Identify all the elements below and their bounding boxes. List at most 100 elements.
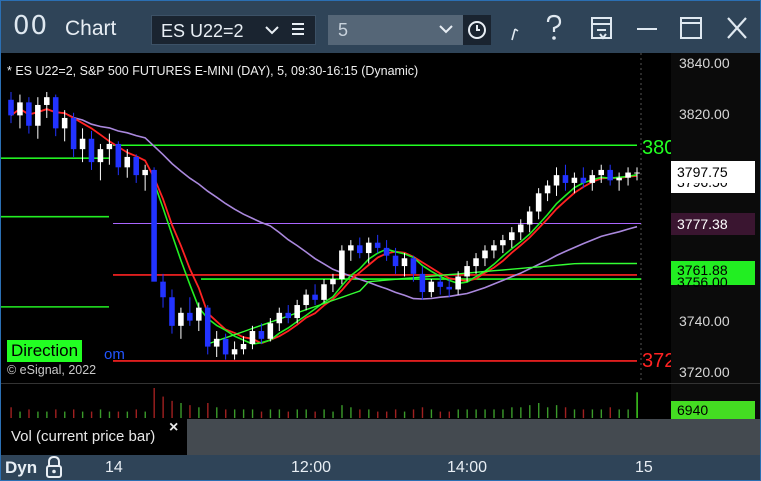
candle-body (464, 266, 470, 277)
candle-body (580, 177, 587, 183)
candle-body (446, 286, 452, 290)
candle-body (124, 156, 131, 168)
candle-body (589, 175, 596, 183)
direction-suffix: om (104, 346, 125, 363)
candle-body (26, 102, 32, 126)
template-icon[interactable] (589, 15, 615, 47)
list-icon[interactable] (290, 18, 306, 45)
clock-icon[interactable] (463, 15, 491, 45)
volume-chart[interactable] (1, 384, 671, 420)
candle-body (562, 175, 569, 183)
volume-bar (64, 411, 66, 418)
volume-bar (28, 409, 30, 418)
volume-bar (153, 388, 155, 418)
minimize-icon[interactable] (635, 15, 659, 47)
interval-value[interactable]: 5 (338, 20, 348, 41)
volume-bar (511, 407, 513, 418)
candle-body (240, 344, 247, 350)
candle-body (321, 284, 327, 300)
volume-bar (636, 392, 638, 418)
dynamic-label[interactable]: Dyn (5, 458, 37, 478)
interval-selector[interactable]: 5 (328, 15, 463, 45)
time-tick: 12:00 (291, 459, 332, 476)
volume-bar (439, 411, 442, 418)
close-icon[interactable]: × (169, 419, 178, 437)
candle-body (625, 172, 631, 178)
candle-body (151, 169, 157, 282)
candle-body (437, 281, 444, 287)
volume-bar (573, 409, 576, 418)
candle-body (500, 240, 506, 246)
candle-body (204, 307, 211, 347)
time-tick: 14 (105, 459, 123, 476)
candle-body (160, 281, 166, 298)
volume-bar (341, 405, 343, 418)
price-tick: 3840.00 (679, 55, 730, 71)
candle-body (374, 242, 381, 248)
candle-body (294, 305, 300, 319)
candle-body (419, 273, 426, 293)
title-bar: 00 Chart ES U22=2 5 (1, 1, 760, 53)
volume-bar (484, 409, 486, 418)
volume-bar (278, 409, 281, 418)
window-title: Chart (65, 17, 117, 40)
candle-body (61, 117, 68, 129)
volume-bar (171, 400, 173, 418)
volume-bar (46, 411, 48, 418)
volume-bar (350, 407, 352, 418)
volume-bar (251, 409, 254, 418)
volume-bar (412, 409, 415, 418)
volume-bar (493, 409, 495, 418)
candle-body (365, 242, 372, 254)
volume-bar (359, 409, 361, 418)
volume-bar (538, 403, 540, 418)
symbol-value[interactable]: ES U22=2 (161, 21, 244, 42)
volume-bar (287, 411, 290, 418)
volume-flag: 6940 (671, 401, 755, 419)
symbol-selector[interactable]: ES U22=2 (151, 15, 316, 45)
app-icon[interactable]: 00 (13, 11, 48, 41)
time-axis[interactable]: Dyn 14 12:00 14:00 15 (1, 455, 760, 480)
volume-bar (475, 409, 477, 418)
volume-bar (520, 407, 522, 418)
candle-body (526, 211, 533, 225)
volume-bar (466, 409, 468, 418)
price-chart[interactable] (1, 53, 671, 383)
volume-bar (600, 409, 603, 418)
candle-body (142, 169, 148, 176)
study-label: Vol (current price bar) (11, 428, 156, 445)
candle-body (491, 245, 497, 251)
level-2-flag: 3761.88 3756.00 (671, 261, 755, 289)
candle-body (17, 102, 23, 116)
ma-red-line (10, 107, 638, 345)
volume-bar (564, 407, 567, 418)
candle-body (571, 177, 578, 183)
volume-bar (55, 409, 57, 418)
volume-bar (269, 409, 272, 418)
volume-bar (457, 409, 459, 418)
volume-bar (377, 411, 379, 418)
price-axis[interactable]: 3840.00 3820.00 3740.00 3720.00 3796.50 … (671, 53, 760, 383)
last-price-flag: 3797.75 (671, 161, 755, 183)
help-icon[interactable] (543, 13, 565, 47)
volume-bar (546, 407, 549, 418)
maximize-icon[interactable] (679, 15, 703, 45)
volume-bar (591, 409, 594, 418)
study-strip: Vol (current price bar) × (1, 419, 760, 455)
lock-icon[interactable] (43, 455, 65, 481)
chevron-down-icon[interactable] (264, 20, 280, 45)
price-chart-pane[interactable] (1, 53, 671, 383)
chevron-down-icon[interactable] (438, 19, 454, 44)
volume-bar (332, 411, 334, 418)
candle-body (52, 97, 59, 129)
volume-pane[interactable] (1, 383, 671, 419)
volume-bar (117, 411, 120, 418)
candle-body (106, 143, 113, 150)
direction-label: Direction (7, 340, 83, 362)
level-1-flag: 3777.38 (671, 213, 755, 235)
study-label-box[interactable]: Vol (current price bar) × (1, 419, 187, 455)
close-icon[interactable] (725, 15, 749, 45)
candle-body (356, 245, 363, 254)
draw-icon[interactable] (509, 23, 523, 47)
volume-bar (242, 409, 245, 418)
